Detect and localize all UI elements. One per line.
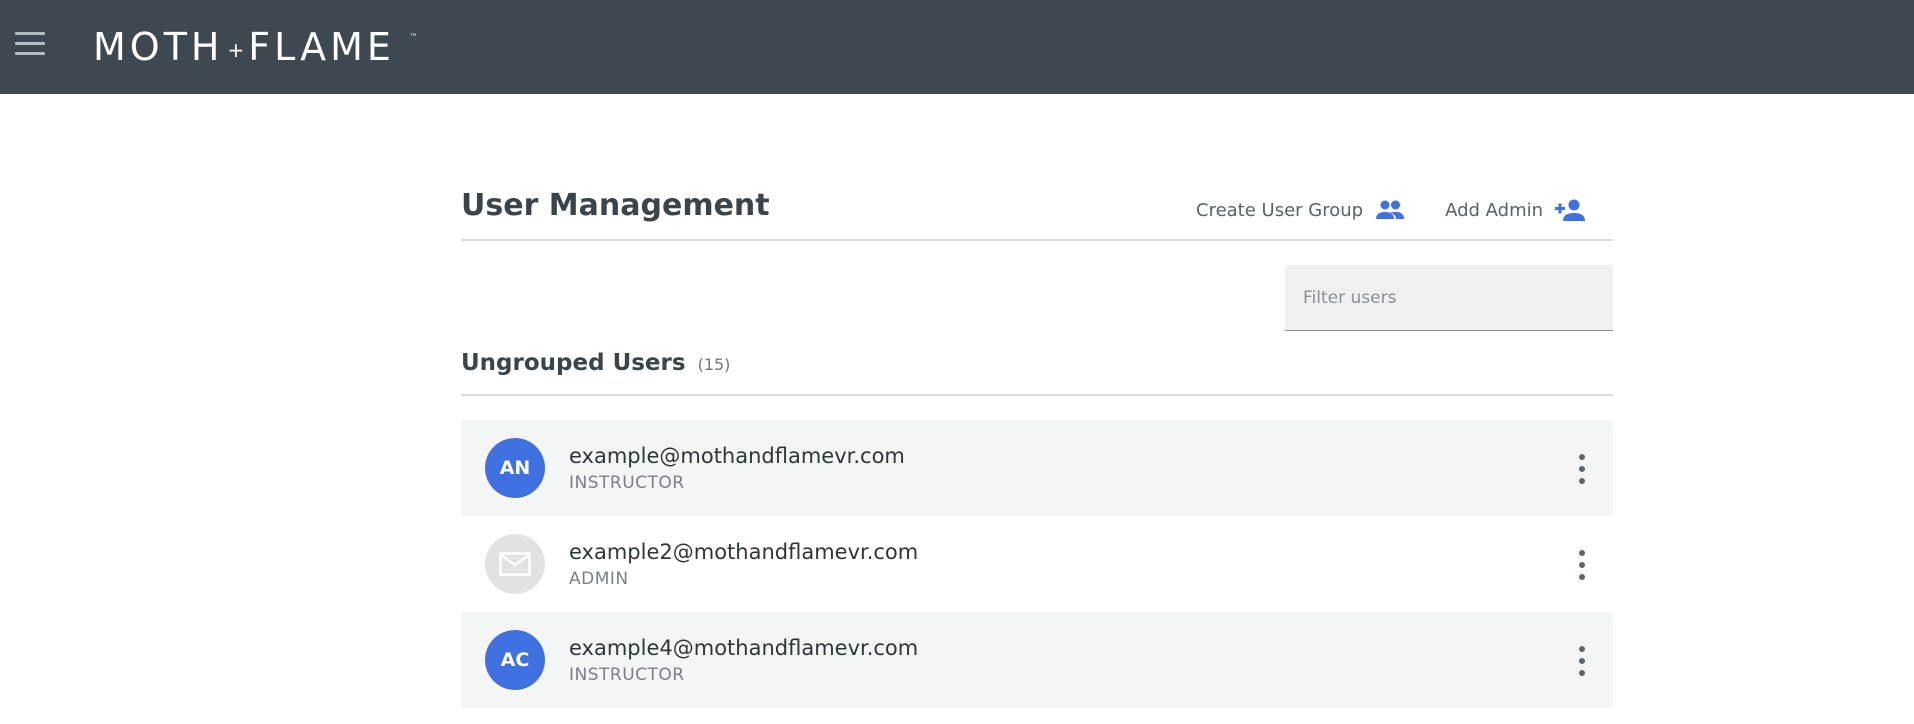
logo-trademark: ™ <box>408 33 418 43</box>
section-count: (15) <box>697 355 731 374</box>
logo-word-right: FLAME <box>248 25 395 69</box>
user-row[interactable]: AN example@mothandflamevr.com INSTRUCTOR <box>461 420 1613 516</box>
logo-word-left: MOTH <box>93 25 224 69</box>
menu-icon[interactable] <box>14 32 46 62</box>
user-role: ADMIN <box>569 568 629 589</box>
mail-icon <box>499 552 531 576</box>
add-admin-button[interactable]: Add Admin <box>1445 198 1586 222</box>
create-user-group-button[interactable]: Create User Group <box>1196 199 1405 221</box>
brand-logo[interactable]: MOTH + FLAME ™ <box>93 23 418 71</box>
avatar-initials: AC <box>500 649 530 671</box>
page-actions: Create User Group Add Admin <box>1196 198 1586 222</box>
avatar: AC <box>485 630 545 690</box>
section-divider <box>461 394 1613 396</box>
user-info: example2@mothandflamevr.com ADMIN <box>569 540 918 589</box>
create-user-group-label: Create User Group <box>1196 199 1364 221</box>
user-info: example@mothandflamevr.com INSTRUCTOR <box>569 444 905 493</box>
user-list: AN example@mothandflamevr.com INSTRUCTOR… <box>461 420 1613 708</box>
add-person-icon <box>1555 199 1586 221</box>
group-icon <box>1376 200 1405 219</box>
user-email: example4@mothandflamevr.com <box>569 635 919 660</box>
user-role: INSTRUCTOR <box>569 664 685 685</box>
section-title: Ungrouped Users <box>461 350 686 376</box>
more-vert-icon[interactable] <box>1577 646 1587 676</box>
avatar-initials: AN <box>499 457 531 479</box>
user-row[interactable]: AC example4@mothandflamevr.com INSTRUCTO… <box>461 612 1613 708</box>
page-title: User Management <box>461 188 770 223</box>
more-vert-icon[interactable] <box>1577 454 1587 484</box>
user-email: example@mothandflamevr.com <box>569 443 905 468</box>
title-divider <box>461 239 1613 241</box>
filter-users-input[interactable] <box>1285 265 1613 330</box>
user-row[interactable]: example2@mothandflamevr.com ADMIN <box>461 516 1613 612</box>
top-app-bar: MOTH + FLAME ™ <box>0 0 1914 94</box>
more-vert-icon[interactable] <box>1577 550 1587 580</box>
filter-users-field[interactable] <box>1285 265 1613 331</box>
logo-plus: + <box>227 38 245 62</box>
section-header-ungrouped: Ungrouped Users (15) <box>461 350 730 376</box>
avatar <box>485 534 545 594</box>
user-email: example2@mothandflamevr.com <box>569 539 919 564</box>
user-info: example4@mothandflamevr.com INSTRUCTOR <box>569 636 918 685</box>
add-admin-label: Add Admin <box>1445 199 1544 221</box>
avatar: AN <box>485 438 545 498</box>
user-role: INSTRUCTOR <box>569 472 685 493</box>
